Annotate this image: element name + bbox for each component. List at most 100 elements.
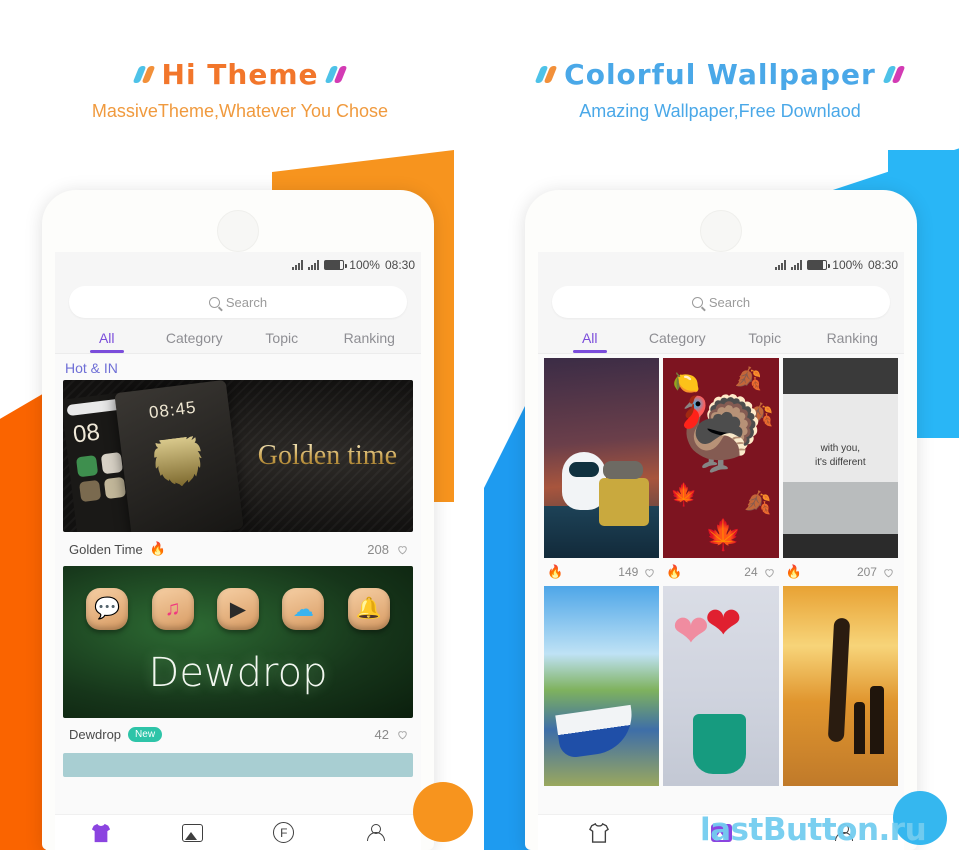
- heart-icon[interactable]: [882, 566, 895, 579]
- tab-ranking[interactable]: Ranking: [809, 330, 897, 353]
- like-count: 207: [856, 565, 877, 579]
- theme-app-screen: 100% 08:30 Search All Category Topic Ran…: [55, 252, 421, 850]
- lion-emblem-icon: 🦁: [146, 431, 212, 492]
- search-bar-area: Search: [55, 278, 421, 322]
- tab-category[interactable]: Category: [634, 330, 722, 353]
- gallery-icon: [181, 823, 203, 842]
- nav-item-themes[interactable]: [538, 822, 660, 843]
- battery-icon: [807, 260, 830, 270]
- bottom-navigation-bar: [538, 814, 904, 850]
- hot-fire-icon: 🔥: [666, 564, 683, 579]
- theme-artwork-dewdrop: 💬 ♫ ▶ ☁ 🔔 Dewdrop: [63, 566, 413, 718]
- slash-marks-right-icon: [325, 66, 348, 83]
- theme-list: Hot & IN 08 08:45 🦁 Golden time Golden T…: [55, 354, 421, 846]
- wallpaper-thumbnail: [544, 358, 660, 558]
- wallpaper-thumbnail: ❤ ❤: [663, 586, 779, 786]
- left-header: Hi Theme MassiveTheme,Whatever You Chose: [30, 58, 450, 122]
- like-count: 208: [367, 541, 389, 557]
- wallpaper-app-phone-mockup: 100% 08:30 Search All Category Topic Ran…: [525, 190, 917, 850]
- theme-name: Golden Time: [69, 541, 143, 557]
- wallpaper-thumbnail: [544, 586, 660, 786]
- right-subtitle: Amazing Wallpaper,Free Downlaod: [579, 101, 861, 121]
- wallpaper-app-screen: 100% 08:30 Search All Category Topic Ran…: [538, 252, 904, 850]
- tab-all[interactable]: All: [63, 330, 151, 353]
- phone-speaker: [700, 210, 742, 252]
- wallpaper-item[interactable]: 🍋 🍂 🍂 🦃 🍁 🍂 🍁 🔥 24: [663, 358, 779, 586]
- status-bar: 100% 08:30: [55, 252, 421, 278]
- tab-category[interactable]: Category: [151, 330, 239, 353]
- new-badge: New: [128, 727, 163, 742]
- wallpaper-item[interactable]: 🔥 149: [544, 358, 660, 586]
- left-title: Hi Theme: [161, 58, 319, 91]
- wallpaper-item[interactable]: [782, 586, 898, 786]
- wallpaper-item[interactable]: ❤ ❤: [663, 586, 779, 786]
- right-title-row: Colorful Wallpaper: [500, 58, 940, 91]
- battery-percent: 100%: [832, 258, 863, 272]
- wallpaper-grid: 🔥 149 🍋 🍂 🍂 🦃 🍁 🍂 🍁 🔥 24 with you, it's …: [538, 354, 904, 786]
- heart-icon[interactable]: [396, 728, 409, 741]
- signal-icon-2: [791, 260, 803, 270]
- wallpaper-meta: 🔥 149: [544, 558, 659, 586]
- turkey-icon: 🦃: [676, 394, 766, 474]
- search-bar-area: Search: [538, 278, 904, 322]
- bottom-navigation-bar: F: [55, 814, 421, 850]
- wallpaper-meta: 🔥 207: [783, 558, 898, 586]
- wallpaper-meta: 🔥 24: [663, 558, 778, 586]
- person-icon: [835, 823, 853, 842]
- hot-fire-icon: 🔥: [785, 564, 802, 579]
- status-bar: 100% 08:30: [538, 252, 904, 278]
- bell-icon: 🔔: [347, 588, 390, 630]
- nav-item-profile[interactable]: [330, 823, 422, 842]
- tab-all[interactable]: All: [546, 330, 634, 353]
- like-count: 42: [374, 727, 389, 742]
- hot-fire-icon: 🔥: [547, 564, 564, 579]
- left-subtitle: MassiveTheme,Whatever You Chose: [91, 101, 389, 121]
- heart-icon[interactable]: [763, 566, 776, 579]
- slash-marks-left-icon: [534, 66, 558, 83]
- theme-card-golden-time[interactable]: 08 08:45 🦁 Golden time Golden Time 🔥 208: [55, 380, 421, 566]
- signal-icon-2: [308, 260, 320, 270]
- signal-icon-1: [775, 260, 787, 270]
- search-input[interactable]: Search: [69, 286, 407, 318]
- hot-fire-icon: 🔥: [149, 541, 166, 556]
- clock: 08:30: [384, 258, 415, 272]
- tab-bar: All Category Topic Ranking: [538, 322, 904, 354]
- battery-percent: 100%: [349, 258, 380, 272]
- search-placeholder: Search: [708, 294, 751, 310]
- wallpaper-item[interactable]: [544, 586, 660, 786]
- nav-item-wallpapers[interactable]: [147, 823, 239, 842]
- search-placeholder: Search: [225, 294, 268, 310]
- font-icon: F: [273, 822, 295, 843]
- tab-ranking[interactable]: Ranking: [326, 330, 414, 353]
- blue-decorative-circle: [893, 791, 947, 845]
- theme-card-dewdrop[interactable]: 💬 ♫ ▶ ☁ 🔔 Dewdrop Dewdrop New 42: [55, 566, 421, 751]
- slash-marks-left-icon: [132, 66, 155, 83]
- theme-app-phone-mockup: 100% 08:30 Search All Category Topic Ran…: [42, 190, 434, 850]
- theme-artwork-title: Dewdrop: [148, 650, 328, 696]
- nav-item-themes[interactable]: [55, 823, 147, 843]
- tab-bar: All Category Topic Ranking: [55, 322, 421, 354]
- tab-topic[interactable]: Topic: [721, 330, 809, 353]
- wallpaper-row: 🔥 149 🍋 🍂 🍂 🦃 🍁 🍂 🍁 🔥 24 with you, it's …: [544, 358, 898, 586]
- wallpaper-item[interactable]: with you, it's different 🔥 207: [782, 358, 898, 586]
- next-theme-preview-strip: [63, 753, 413, 777]
- heart-icon[interactable]: [643, 566, 656, 579]
- phone-speaker: [217, 210, 259, 252]
- person-icon: [367, 823, 386, 842]
- theme-card-meta: Golden Time 🔥 208: [63, 532, 413, 566]
- nav-item-profile[interactable]: [782, 823, 904, 842]
- nav-item-wallpapers[interactable]: [660, 823, 782, 842]
- section-title-hot-and-in: Hot & IN: [65, 360, 118, 376]
- chat-icon: 💬: [86, 588, 129, 630]
- wallpaper-caption: with you, it's different: [815, 443, 866, 468]
- search-input[interactable]: Search: [552, 286, 890, 318]
- like-count: 24: [744, 565, 758, 579]
- dewdrop-icon-row: 💬 ♫ ▶ ☁ 🔔: [63, 588, 413, 630]
- tab-topic[interactable]: Topic: [238, 330, 326, 353]
- right-header: Colorful Wallpaper Amazing Wallpaper,Fre…: [500, 58, 940, 122]
- heart-icon[interactable]: [396, 543, 409, 556]
- shirt-icon: [589, 822, 609, 843]
- nav-item-fonts[interactable]: F: [238, 822, 330, 843]
- theme-artwork-title: Golden time: [257, 440, 397, 471]
- theme-card-meta: Dewdrop New 42: [63, 718, 413, 751]
